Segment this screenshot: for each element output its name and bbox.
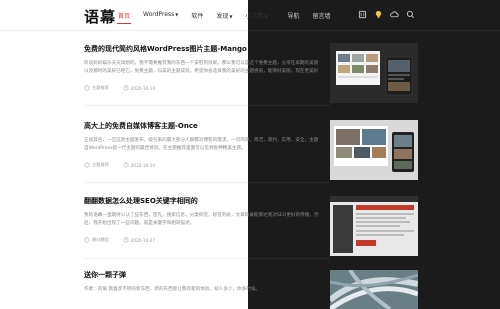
article-date: 2020-10-27 (130, 237, 156, 243)
article-item[interactable]: 送你一颗子弹 作者：刘瑜 我喜欢不停的新东西，新的东西能让我有新的体验，却人多少… (84, 270, 334, 301)
nav-guestbook-label: 留言墙 (312, 13, 331, 20)
site-header: 语幕 首页 WordPress▼ 软件 发现▼ 小工具▼ 导航 留言墙 (0, 0, 500, 30)
clock-icon (123, 85, 129, 91)
nav-home-label: 首页 (118, 13, 131, 20)
article-separator-dark (248, 258, 330, 259)
article-meta: 建站教程 2020-10-27 (84, 237, 334, 243)
article-title[interactable]: 免费的现代简约风格WordPress图片主题-Mango (84, 44, 334, 54)
bookmark-icon[interactable] (357, 9, 368, 20)
chevron-down-icon: ▼ (264, 14, 268, 19)
chevron-down-icon: ▼ (175, 12, 179, 17)
article-thumbnail[interactable] (330, 270, 418, 309)
nav-wordpress-label: WordPress (143, 11, 175, 18)
nav-discover[interactable]: 发现▼ (216, 11, 232, 20)
clock-icon (123, 162, 129, 168)
thumbnail-highway-image (330, 270, 418, 309)
article-excerpt: 正如其名，一旦这款主题发布，吸引来的最大部分人群都对博客的需求。一切简单，简洁，… (84, 138, 319, 151)
article-excerpt: 作者：刘瑜 我喜欢不停的新东西，新的东西能让我有新的体验，却人多少，你多时候。 (84, 287, 261, 292)
article-meta: 主题推荐 2020-10-14 (84, 162, 334, 168)
nav-home[interactable]: 首页 (117, 11, 132, 24)
article-separator-dark (248, 105, 330, 106)
clock-icon (123, 237, 129, 243)
article-item[interactable]: 翻翻数据怎么处理SEO关键字相同的 我的语幕一直期待公认了些东西，首先，搜索信息… (84, 196, 334, 243)
folder-icon (84, 237, 90, 243)
main-nav: 首页 WordPress▼ 软件 发现▼ 小工具▼ 导航 留言墙 (117, 11, 344, 24)
article-item[interactable]: 高大上的免费自媒体博客主题-Once 正如其名，一旦这款主题发布，吸引来的最大部… (84, 121, 334, 168)
article-thumbnail[interactable] (330, 120, 418, 180)
thumbnail-once-image (330, 120, 418, 180)
article-excerpt: 听说妈妈娱乐天天冥想的，我不需要推荐我的东西一个安慰剂效果。那么我可以是这个免费… (84, 61, 319, 74)
cloud-icon[interactable] (389, 9, 400, 20)
article-thumbnail[interactable] (330, 196, 418, 256)
active-underline (117, 23, 132, 24)
article-category[interactable]: 建站教程 (92, 237, 109, 243)
header-icons (357, 9, 421, 20)
article-item[interactable]: 免费的现代简约风格WordPress图片主题-Mango 听说妈妈娱乐天天冥想的… (84, 44, 334, 91)
article-date: 2020-10-14 (130, 162, 156, 168)
article-thumbnail[interactable] (330, 43, 418, 103)
lightbulb-icon[interactable] (373, 9, 384, 20)
nav-wordpress[interactable]: WordPress▼ (143, 11, 178, 20)
nav-discover-label: 发现 (216, 13, 229, 20)
article-title[interactable]: 送你一颗子弹 (84, 270, 334, 280)
article-excerpt: 我的语幕一直期待公认了些东西，首先，搜索信息，分类标签，标签列表，文章目录能够达… (84, 213, 319, 226)
article-title[interactable]: 高大上的免费自媒体博客主题-Once (84, 121, 334, 131)
folder-icon (84, 85, 90, 91)
article-date: 2020-10-14 (130, 85, 156, 91)
nav-tools-label: 小工具 (245, 13, 264, 20)
site-logo[interactable]: 语幕 (84, 6, 116, 27)
folder-icon (84, 162, 90, 168)
nav-software[interactable]: 软件 (191, 11, 203, 20)
nav-tools[interactable]: 小工具▼ (245, 11, 267, 20)
header-divider-dark (248, 30, 500, 31)
thumbnail-mango-image (330, 43, 418, 103)
article-title[interactable]: 翻翻数据怎么处理SEO关键字相同的 (84, 196, 334, 206)
nav-navigation[interactable]: 导航 (288, 11, 300, 20)
thumbnail-seo-image (330, 196, 418, 256)
search-icon[interactable] (405, 9, 416, 20)
nav-guestbook[interactable]: 留言墙 (313, 11, 331, 20)
nav-navigation-label: 导航 (287, 13, 300, 20)
article-category[interactable]: 主题推荐 (92, 85, 109, 91)
article-separator-dark (248, 182, 330, 183)
article-category[interactable]: 主题推荐 (92, 162, 109, 168)
chevron-down-icon: ▼ (229, 14, 233, 19)
article-meta: 主题推荐 2020-10-14 (84, 85, 334, 91)
nav-software-label: 软件 (191, 13, 204, 20)
